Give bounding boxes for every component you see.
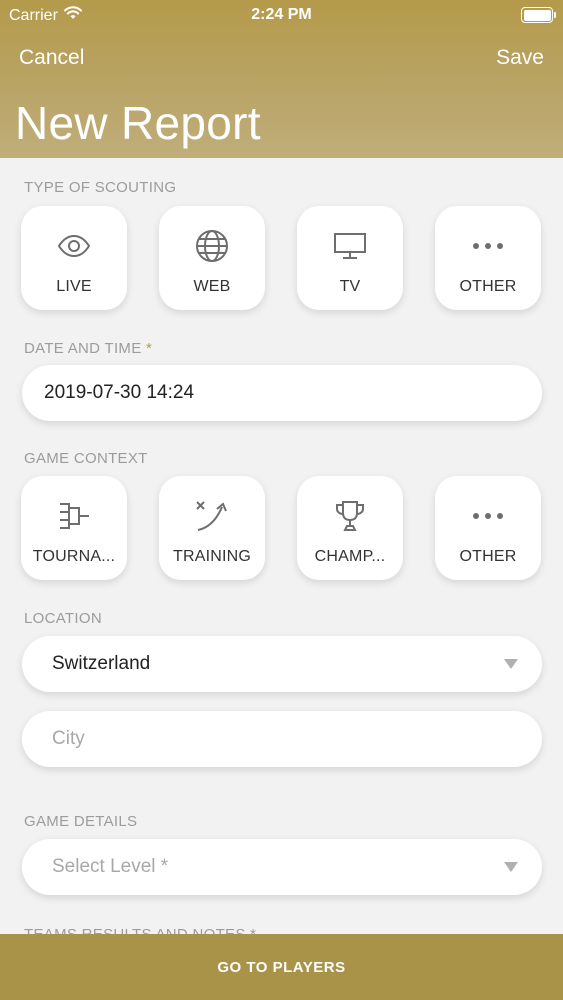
header: Carrier 2:24 PM Cancel Save New Report bbox=[0, 0, 563, 158]
city-input[interactable]: City bbox=[22, 711, 542, 767]
go-to-players-button[interactable]: GO TO PLAYERS bbox=[0, 934, 563, 1000]
required-marker: * bbox=[146, 340, 153, 357]
status-time: 2:24 PM bbox=[251, 6, 312, 23]
scouting-option-label: TV bbox=[339, 278, 361, 295]
country-select[interactable]: Switzerland bbox=[22, 636, 542, 692]
status-bar: Carrier 2:24 PM bbox=[0, 0, 563, 30]
tv-icon bbox=[332, 228, 368, 264]
trophy-icon bbox=[332, 498, 368, 534]
page-title: New Report bbox=[15, 97, 261, 149]
location-label: LOCATION bbox=[24, 610, 102, 627]
context-option-label: CHAMP... bbox=[314, 548, 386, 565]
date-time-label: DATE AND TIME * bbox=[24, 340, 152, 357]
globe-icon bbox=[194, 228, 230, 264]
bracket-icon bbox=[56, 498, 92, 534]
scouting-option-label: OTHER bbox=[459, 278, 517, 295]
game-context-label: GAME CONTEXT bbox=[24, 450, 148, 467]
cancel-button[interactable]: Cancel bbox=[19, 46, 84, 70]
scouting-option-tv[interactable]: TV bbox=[297, 206, 403, 310]
scouting-option-label: LIVE bbox=[56, 278, 92, 295]
scouting-option-live[interactable]: LIVE bbox=[21, 206, 127, 310]
country-value: Switzerland bbox=[52, 653, 151, 674]
date-time-label-text: DATE AND TIME bbox=[24, 340, 142, 357]
eye-icon bbox=[56, 228, 92, 264]
tactics-icon bbox=[194, 498, 230, 534]
teams-results-label: TEAMS RESULTS AND NOTES * bbox=[24, 926, 256, 934]
chevron-down-icon bbox=[504, 659, 518, 669]
battery-icon bbox=[521, 7, 556, 23]
game-details-label: GAME DETAILS bbox=[24, 813, 138, 830]
level-select[interactable]: Select Level * bbox=[22, 839, 542, 895]
context-option-training[interactable]: TRAINING bbox=[159, 476, 265, 580]
scouting-option-web[interactable]: WEB bbox=[159, 206, 265, 310]
context-option-tournament[interactable]: TOURNA... bbox=[21, 476, 127, 580]
context-option-label: OTHER bbox=[459, 548, 517, 565]
battery-level bbox=[523, 9, 551, 21]
scouting-option-label: WEB bbox=[193, 278, 231, 295]
more-dots-icon bbox=[470, 498, 506, 534]
context-option-championship[interactable]: CHAMP... bbox=[297, 476, 403, 580]
chevron-down-icon bbox=[504, 862, 518, 872]
context-option-label: TOURNA... bbox=[32, 548, 116, 565]
date-time-value: 2019-07-30 14:24 bbox=[44, 382, 195, 403]
scouting-option-other[interactable]: OTHER bbox=[435, 206, 541, 310]
city-placeholder: City bbox=[52, 728, 85, 749]
level-placeholder: Select Level * bbox=[52, 856, 169, 877]
date-time-field[interactable]: 2019-07-30 14:24 bbox=[22, 365, 542, 421]
scouting-type-label: TYPE OF SCOUTING bbox=[24, 179, 177, 196]
context-option-other[interactable]: OTHER bbox=[435, 476, 541, 580]
report-form[interactable]: TYPE OF SCOUTING LIVE WEB TV OTHER DATE … bbox=[0, 158, 563, 934]
context-option-label: TRAINING bbox=[172, 548, 252, 565]
more-dots-icon bbox=[470, 228, 506, 264]
save-button[interactable]: Save bbox=[496, 46, 544, 70]
